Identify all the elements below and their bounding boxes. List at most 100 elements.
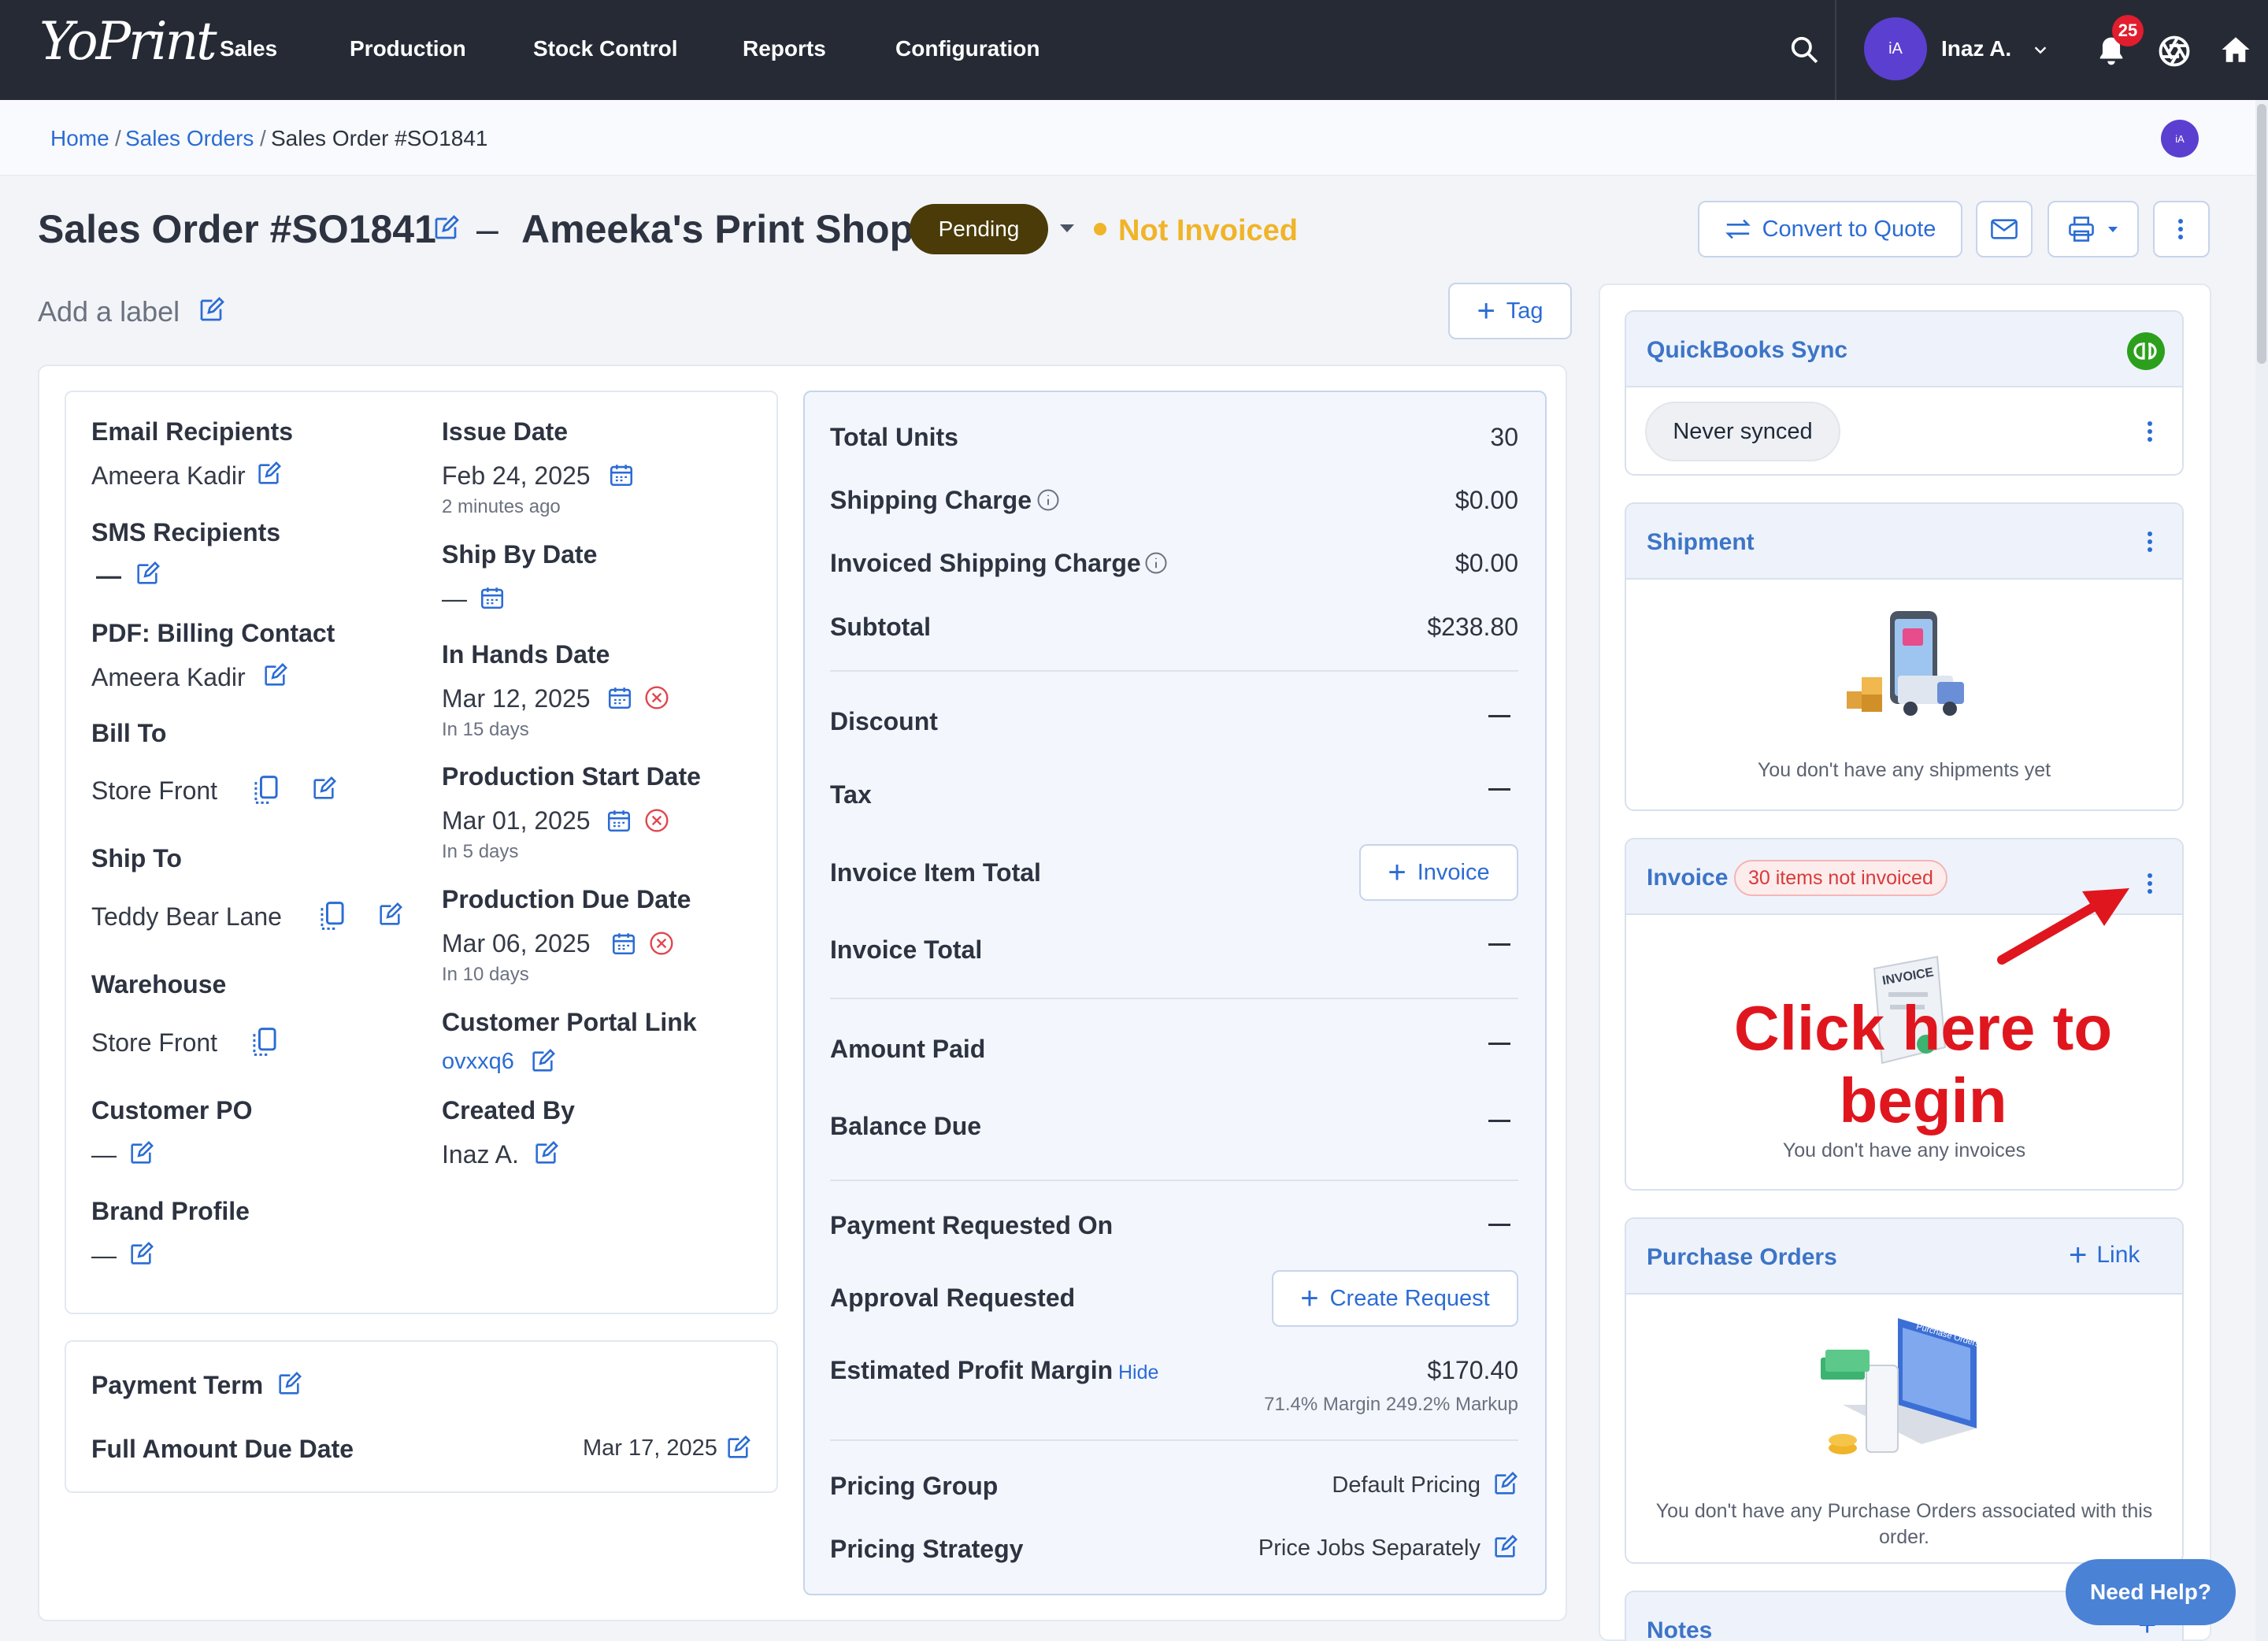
sms-recipients-label: SMS Recipients (91, 518, 281, 546)
calendar-icon[interactable] (479, 584, 506, 611)
calendar-icon[interactable] (606, 807, 632, 834)
tutorial-arrow-icon (1994, 885, 2136, 972)
breadcrumb-separator: / (260, 126, 266, 150)
production-due-relative: In 10 days (442, 964, 529, 985)
scrollbar-thumb[interactable] (2257, 104, 2266, 364)
nav-production[interactable]: Production (350, 36, 466, 61)
invoice-button[interactable]: + Invoice (1359, 844, 1518, 901)
status-badge[interactable]: Pending (910, 204, 1048, 254)
quickbooks-title: QuickBooks Sync (1647, 337, 1848, 363)
quickbooks-menu-icon[interactable] (2148, 418, 2154, 445)
plus-icon: + (1388, 855, 1406, 890)
production-due-value: Mar 06, 2025 (442, 929, 591, 958)
nav-sales[interactable]: Sales (220, 36, 277, 61)
edit-title-icon[interactable] (432, 214, 460, 243)
edit-icon[interactable] (724, 1435, 751, 1461)
add-tag-button[interactable]: + Tag (1448, 283, 1572, 339)
copy-icon[interactable] (250, 1026, 279, 1058)
customer-name[interactable]: Ameeka's Print Shop (521, 206, 914, 252)
shipping-charge-label: Shipping Charge (830, 486, 1032, 514)
sms-recipients-value: — (96, 561, 121, 590)
info-icon[interactable] (1036, 488, 1060, 512)
plus-icon: + (2069, 1238, 2088, 1272)
hide-profit-link[interactable]: Hide (1118, 1361, 1158, 1384)
edit-icon[interactable] (310, 776, 337, 802)
nav-stock-control[interactable]: Stock Control (533, 36, 678, 61)
mail-icon (1991, 219, 2018, 239)
tax-label: Tax (830, 780, 872, 809)
link-label: Link (2096, 1242, 2140, 1268)
shipment-menu-icon[interactable] (2148, 528, 2154, 555)
pricing-strategy-label: Pricing Strategy (830, 1535, 1024, 1563)
edit-icon[interactable] (529, 1048, 556, 1075)
add-label[interactable]: Add a label (38, 295, 180, 328)
edit-icon[interactable] (255, 461, 282, 487)
issue-date-relative: 2 minutes ago (442, 496, 561, 517)
clear-date-icon[interactable] (644, 685, 669, 710)
calendar-icon[interactable] (610, 930, 637, 957)
clear-date-icon[interactable] (644, 808, 669, 833)
ship-to-label: Ship To (91, 844, 182, 872)
created-by-value: Inaz A. (442, 1140, 519, 1169)
total-units-label: Total Units (830, 423, 958, 451)
invoiced-shipping-label: Invoiced Shipping Charge (830, 549, 1141, 577)
convert-to-quote-label: Convert to Quote (1762, 216, 1936, 242)
edit-icon[interactable] (128, 1241, 154, 1268)
more-actions-button[interactable] (2153, 201, 2210, 257)
due-date-label: Full Amount Due Date (91, 1435, 354, 1463)
edit-icon[interactable] (261, 662, 288, 689)
amount-paid-empty (1488, 1043, 1510, 1045)
info-icon[interactable] (1144, 551, 1168, 575)
copy-icon[interactable] (252, 774, 280, 806)
edit-icon[interactable] (532, 1140, 559, 1167)
copy-icon[interactable] (318, 900, 346, 932)
sync-status-pill: Never synced (1645, 402, 1840, 461)
edit-icon[interactable] (276, 1371, 302, 1398)
need-help-button[interactable]: Need Help? (2066, 1559, 2236, 1625)
title-dash: – (476, 207, 498, 251)
email-button[interactable] (1976, 201, 2033, 257)
calendar-icon[interactable] (606, 684, 633, 711)
invoice-button-label: Invoice (1417, 859, 1490, 885)
calendar-icon[interactable] (608, 461, 635, 488)
production-start-label: Production Start Date (442, 762, 701, 791)
viewer-avatar[interactable]: iA (2161, 120, 2199, 157)
tax-empty (1488, 788, 1510, 791)
top-navigation (0, 0, 2268, 100)
invoice-menu-icon[interactable] (2148, 870, 2154, 897)
user-avatar[interactable]: iA (1864, 17, 1927, 80)
swap-icon (1725, 219, 1751, 239)
status-caret-icon[interactable] (1058, 221, 1076, 235)
nav-reports[interactable]: Reports (743, 36, 826, 61)
home-icon[interactable] (2219, 33, 2252, 66)
convert-to-quote-button[interactable]: Convert to Quote (1698, 201, 1962, 257)
user-name[interactable]: Inaz A. (1941, 36, 2011, 61)
purchase-orders-card-header: Purchase Orders + Link (1626, 1219, 2182, 1295)
clear-date-icon[interactable] (649, 931, 674, 956)
print-button[interactable] (2048, 201, 2139, 257)
edit-icon[interactable] (1492, 1534, 1518, 1561)
edit-icon[interactable] (134, 561, 161, 587)
plus-icon: + (1300, 1281, 1319, 1316)
edit-icon[interactable] (1492, 1471, 1518, 1498)
ship-by-label: Ship By Date (442, 540, 598, 569)
edit-icon[interactable] (128, 1140, 154, 1167)
create-request-button[interactable]: + Create Request (1272, 1270, 1518, 1327)
search-icon[interactable] (1789, 35, 1819, 65)
link-purchase-order-button[interactable]: + Link (2069, 1239, 2140, 1271)
edit-label-icon[interactable] (197, 296, 225, 324)
in-hands-label: In Hands Date (442, 640, 610, 669)
portal-link-label: Customer Portal Link (442, 1008, 697, 1036)
create-request-label: Create Request (1329, 1285, 1490, 1311)
not-invoiced-badge: 30 items not invoiced (1734, 860, 1947, 896)
aperture-icon[interactable] (2158, 35, 2191, 68)
portal-link-value[interactable]: ovxxq6 (442, 1049, 514, 1075)
edit-icon[interactable] (376, 902, 403, 928)
customer-po-label: Customer PO (91, 1096, 253, 1124)
nav-configuration[interactable]: Configuration (895, 36, 1040, 61)
app-logo[interactable]: YoPrint (39, 11, 217, 72)
chevron-down-icon[interactable] (2032, 41, 2049, 58)
breadcrumb-sales-orders[interactable]: Sales Orders (125, 126, 254, 151)
breadcrumb-home[interactable]: Home (50, 126, 109, 151)
kebab-icon (2178, 216, 2185, 243)
